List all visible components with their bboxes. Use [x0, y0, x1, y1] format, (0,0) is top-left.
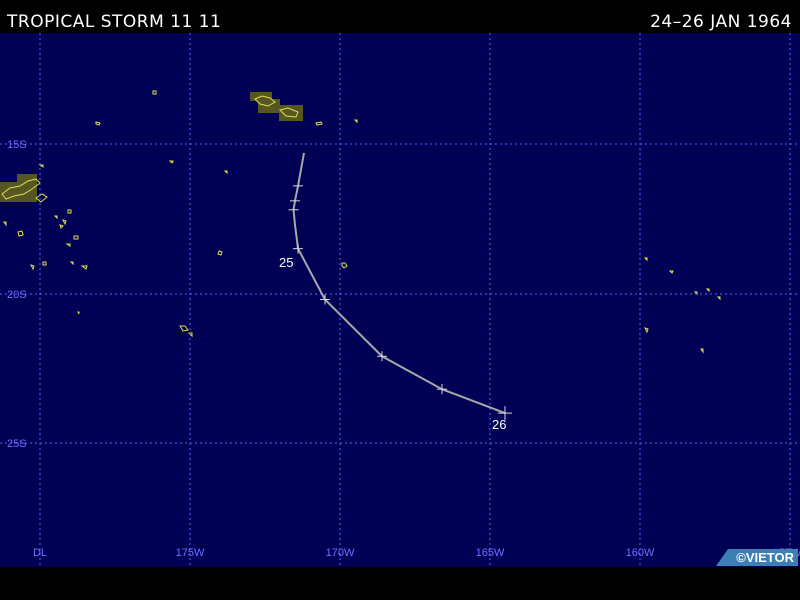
lat-label-20s: 20S	[7, 289, 27, 301]
lon-label-160w: 160W	[626, 547, 655, 559]
lon-label-170w: 170W	[326, 547, 355, 559]
ocean	[0, 33, 800, 567]
lon-label-dl: DL	[33, 547, 47, 559]
day-label-25: 25	[279, 255, 293, 270]
title-bar: TROPICAL STORM 11 11 24–26 JAN 1964	[0, 0, 800, 33]
lat-label-15s: 15S	[7, 139, 27, 151]
footer-bar	[0, 567, 800, 600]
day-label-26: 26	[492, 417, 506, 432]
lon-label-175w: 175W	[176, 547, 205, 559]
date-range: 24–26 JAN 1964	[650, 12, 792, 32]
vietor-credit: ©VIETOR	[736, 550, 794, 565]
lon-label-165w: 165W	[476, 547, 505, 559]
track-map: 15S 20S 25S DL 175W 170W 165W 160W 155W …	[0, 33, 800, 567]
storm-title: TROPICAL STORM 11 11	[7, 12, 222, 32]
lat-label-25s: 25S	[7, 438, 27, 450]
